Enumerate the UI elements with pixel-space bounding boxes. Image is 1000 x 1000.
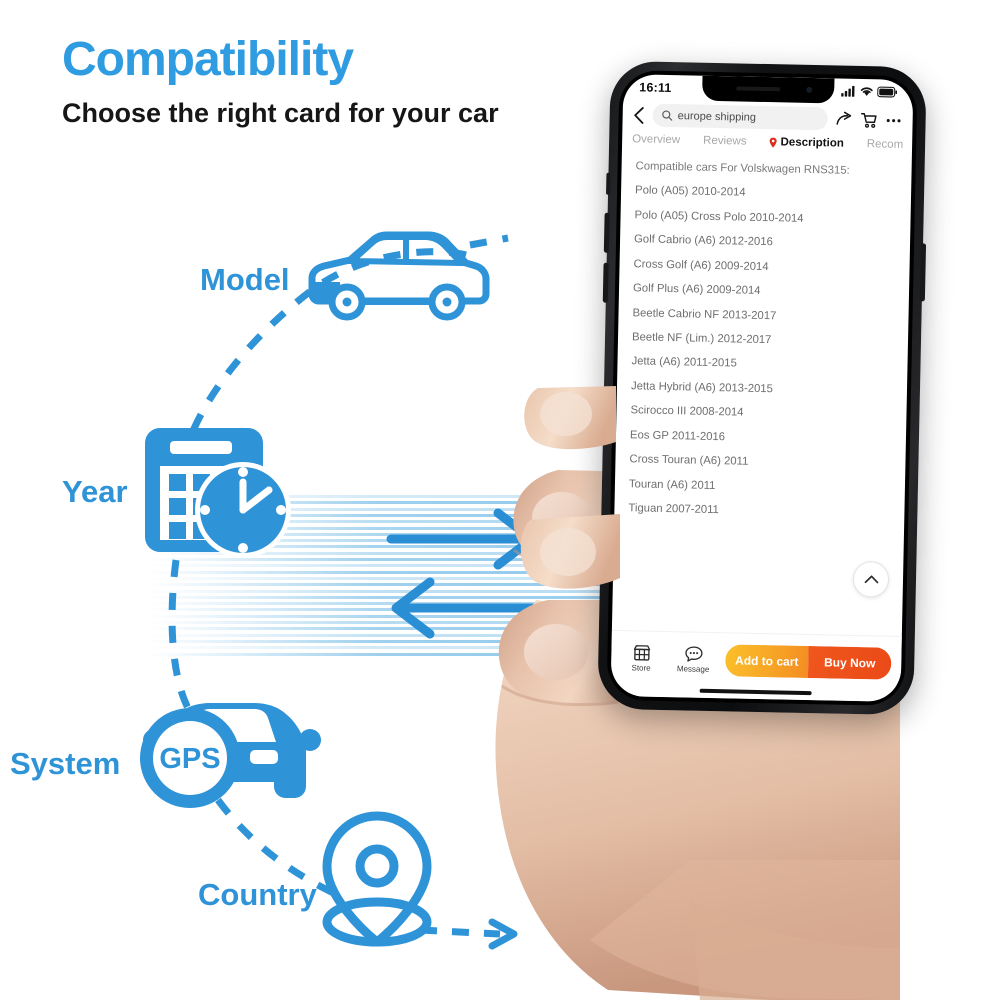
- list-item: Tiguan 2007-2011: [628, 502, 720, 517]
- status-icons: [841, 85, 898, 98]
- diagram-label-country: Country: [198, 877, 317, 912]
- chevron-up-icon: [864, 575, 878, 584]
- tab-description[interactable]: Description: [769, 136, 844, 150]
- index-fingernail: [540, 392, 592, 436]
- pin-icon: [770, 137, 778, 148]
- status-time: 16:11: [639, 79, 672, 95]
- tab-overview-label: Overview: [632, 133, 681, 147]
- buy-now-button[interactable]: Buy Now: [807, 645, 892, 680]
- tab-recommend[interactable]: Recom: [867, 138, 904, 151]
- arc-exit-tail: [419, 926, 501, 938]
- fingertip-overlay: [520, 386, 620, 589]
- gps-badge-label: GPS: [159, 743, 220, 775]
- smartphone: 16:11 europe shipping Overview Reviews D…: [597, 60, 927, 716]
- phone-screen: 16:11 europe shipping Overview Reviews D…: [610, 74, 914, 702]
- message-label: Message: [676, 663, 710, 674]
- arrow-left: [391, 577, 542, 639]
- search-icon: [662, 110, 673, 121]
- wifi-icon: [860, 87, 873, 96]
- tab-recommend-label: Recom: [866, 138, 904, 151]
- message-button[interactable]: Message: [673, 645, 714, 674]
- arc-entry-tail: [469, 234, 509, 249]
- middle-fingernail: [540, 528, 596, 576]
- description-list: Compatible cars For Volskwagen RNS315: P…: [614, 150, 912, 527]
- scroll-to-top-button[interactable]: [852, 560, 890, 598]
- cta-group: Add to cart Buy Now: [724, 643, 892, 680]
- diagram-label-system: System: [10, 746, 121, 781]
- promo-banner: Compatibility Choose the right card for …: [0, 0, 1000, 1000]
- car-gps-icon: GPS: [140, 703, 321, 808]
- map-pin-icon: [322, 811, 432, 947]
- tab-reviews-label: Reviews: [702, 134, 747, 148]
- tab-reviews[interactable]: Reviews: [703, 135, 747, 148]
- search-input[interactable]: europe shipping: [652, 103, 828, 131]
- add-to-cart-button[interactable]: Add to cart: [724, 643, 809, 678]
- volume-up-button[interactable]: [603, 212, 610, 253]
- search-value: europe shipping: [677, 109, 757, 124]
- message-icon: [684, 645, 703, 662]
- battery-icon: [877, 86, 898, 98]
- diagram-label-model: Model: [200, 262, 290, 297]
- signal-icon: [841, 85, 855, 97]
- mute-switch[interactable]: [606, 172, 611, 195]
- tab-overview[interactable]: Overview: [632, 133, 680, 146]
- diagram-label-year: Year: [62, 474, 128, 509]
- arc-year-system: [168, 559, 194, 714]
- tab-description-label: Description: [780, 136, 844, 150]
- cart-icon[interactable]: [859, 110, 877, 128]
- share-icon[interactable]: [834, 110, 852, 128]
- arrow-right: [386, 508, 537, 570]
- back-chevron-icon[interactable]: [633, 106, 646, 124]
- volume-down-button[interactable]: [602, 262, 609, 303]
- calendar-clock-icon: [145, 428, 291, 558]
- more-dots-icon[interactable]: [884, 111, 902, 129]
